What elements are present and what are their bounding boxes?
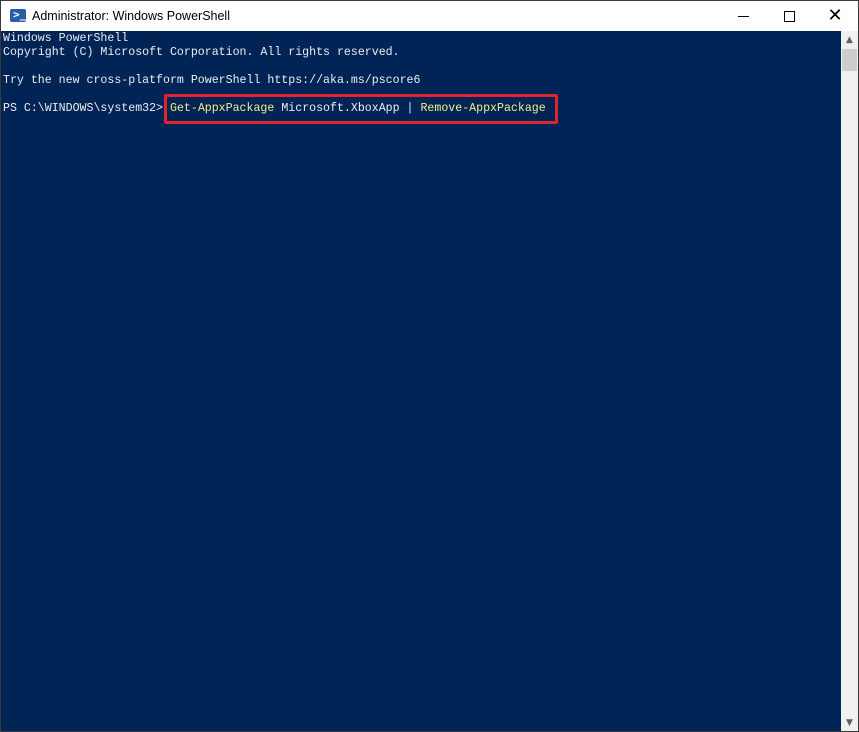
prompt: PS C:\WINDOWS\system32> [3,102,170,115]
console-line: Windows PowerShell [3,32,129,45]
console-output[interactable]: Windows PowerShell Copyright (C) Microso… [1,31,841,731]
maximize-icon [783,10,795,22]
window-title: Administrator: Windows PowerShell [32,9,230,23]
powershell-window: >_ Administrator: Windows PowerShell ✕ W… [0,0,859,732]
scrollbar-thumb[interactable] [842,49,857,71]
powershell-icon: >_ [10,8,26,22]
title-bar[interactable]: >_ Administrator: Windows PowerShell ✕ [1,1,858,31]
command-highlight-box [164,94,558,124]
minimize-button[interactable] [720,1,766,31]
chevron-down-icon[interactable]: ▼ [841,714,858,731]
close-button[interactable]: ✕ [812,1,858,31]
console-line: Copyright (C) Microsoft Corporation. All… [3,46,400,59]
maximize-button[interactable] [766,1,812,31]
minimize-icon [737,15,749,17]
chevron-up-icon[interactable]: ▲ [841,31,858,48]
console-line: Try the new cross-platform PowerShell ht… [3,74,421,87]
vertical-scrollbar[interactable]: ▲ ▼ [841,31,858,731]
close-icon: ✕ [827,5,843,26]
